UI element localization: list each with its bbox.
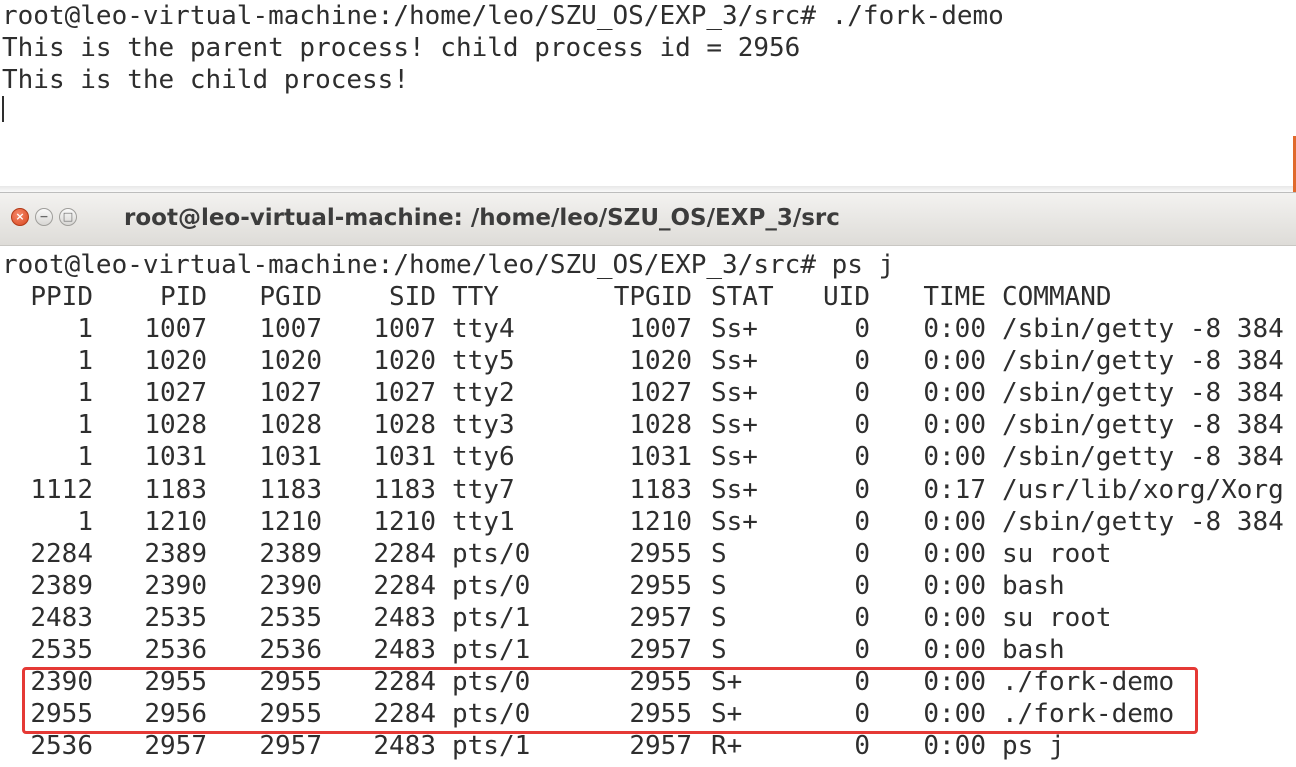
cell-command: su root: [1002, 538, 1112, 569]
cell-command: ps j: [1002, 731, 1065, 762]
table-row: 1112 1183 1183 1183 tty7 1183 Ss+ 0 0:17/usr/lib…: [0, 474, 1296, 506]
header-time: TIME: [923, 282, 986, 312]
table-row: 1 1210 1210 1210 tty1 1210 Ss+ 0 0:00/sbin/getty…: [0, 506, 1296, 538]
cell-time: 0:00: [923, 314, 986, 345]
cell-time: 0:00: [923, 667, 986, 698]
cell-command: /usr/lib/xorg/Xorg: [1002, 474, 1284, 505]
table-row: 2483 2535 2535 2483 pts/1 2957 S 0 0:00 su root: [0, 602, 1296, 634]
terminal-line: This is the parent process! child proces…: [2, 33, 801, 63]
maximize-button[interactable]: □: [59, 208, 77, 226]
cell-time: 0:00: [923, 506, 986, 537]
table-row: 1 1020 1020 1020 tty5 1020 Ss+ 0 0:00/sbin/getty…: [0, 345, 1296, 377]
command-prompt: root@leo-virtual-machine:/home/leo/SZU_O…: [2, 250, 895, 280]
table-row: 2284 2389 2389 2284 pts/0 2955 S 0 0:00 su root: [0, 538, 1296, 570]
terminal-line: This is the child process!: [2, 65, 409, 95]
cell-time: 0:00: [923, 538, 986, 569]
table-row: 2536 2957 2957 2483 pts/1 2957 R+ 0 0:00 ps j: [0, 730, 1296, 762]
close-button[interactable]: ×: [11, 208, 29, 226]
window-title: root@leo-virtual-machine: /home/leo/SZU_…: [124, 205, 840, 231]
table-row: 1 1031 1031 1031 tty6 1031 Ss+ 0 0:00/sbin/getty…: [0, 441, 1296, 473]
minimize-button[interactable]: −: [35, 208, 53, 226]
table-row: 1 1028 1028 1028 tty3 1028 Ss+ 0 0:00/sbin/getty…: [0, 409, 1296, 441]
background-terminal[interactable]: root@leo-virtual-machine:/home/leo/SZU_O…: [0, 0, 1296, 190]
header-command: COMMAND: [1002, 282, 1112, 312]
cell-time: 0:00: [923, 699, 986, 730]
cell-command: /sbin/getty -8 384: [1002, 506, 1284, 537]
table-row: 2389 2390 2390 2284 pts/0 2955 S 0 0:00 bash: [0, 570, 1296, 602]
table-row: 1 1027 1027 1027 tty2 1027 Ss+ 0 0:00/sbin/getty…: [0, 377, 1296, 409]
cell-command: ./fork-demo: [1002, 699, 1175, 730]
cell-time: 0:00: [923, 410, 986, 441]
cell-time: 0:00: [923, 378, 986, 409]
table-row: 2955 2956 2955 2284 pts/0 2955 S+ 0 0:00 ./fork-d…: [0, 698, 1296, 730]
text-cursor: [2, 96, 4, 122]
cell-time: 0:00: [923, 731, 986, 762]
cell-command: /sbin/getty -8 384: [1002, 378, 1284, 409]
table-row: 2535 2536 2536 2483 pts/1 2957 S 0 0:00 bash: [0, 634, 1296, 666]
cell-command: su root: [1002, 602, 1112, 633]
table-header-row: PPID PID PGID SID TTY TPGID STAT UID TIM…: [0, 281, 1296, 313]
cell-time: 0:00: [923, 635, 986, 666]
process-table: PPID PID PGID SID TTY TPGID STAT UID TIM…: [0, 281, 1296, 762]
cell-command: bash: [1002, 570, 1065, 601]
table-row: 1 1007 1007 1007 tty4 1007 Ss+ 0 0:00/sbin/getty…: [0, 313, 1296, 345]
cell-command: bash: [1002, 635, 1065, 666]
cell-time: 0:17: [923, 474, 986, 505]
table-row: 2390 2955 2955 2284 pts/0 2955 S+ 0 0:00 ./fork-d…: [0, 666, 1296, 698]
window-titlebar[interactable]: × − □ root@leo-virtual-machine: /home/le…: [0, 193, 1296, 246]
cell-time: 0:00: [923, 346, 986, 377]
cell-time: 0:00: [923, 442, 986, 473]
terminal-window[interactable]: × − □ root@leo-virtual-machine: /home/le…: [0, 192, 1296, 767]
cell-time: 0:00: [923, 602, 986, 633]
terminal-line: root@leo-virtual-machine:/home/leo/SZU_O…: [2, 1, 1004, 31]
cell-command: /sbin/getty -8 384: [1002, 314, 1284, 345]
cell-command: /sbin/getty -8 384: [1002, 346, 1284, 377]
cell-command: /sbin/getty -8 384: [1002, 442, 1284, 473]
cell-time: 0:00: [923, 570, 986, 601]
cell-command: /sbin/getty -8 384: [1002, 410, 1284, 441]
terminal-body[interactable]: root@leo-virtual-machine:/home/leo/SZU_O…: [0, 245, 1296, 767]
cell-command: ./fork-demo: [1002, 667, 1175, 698]
